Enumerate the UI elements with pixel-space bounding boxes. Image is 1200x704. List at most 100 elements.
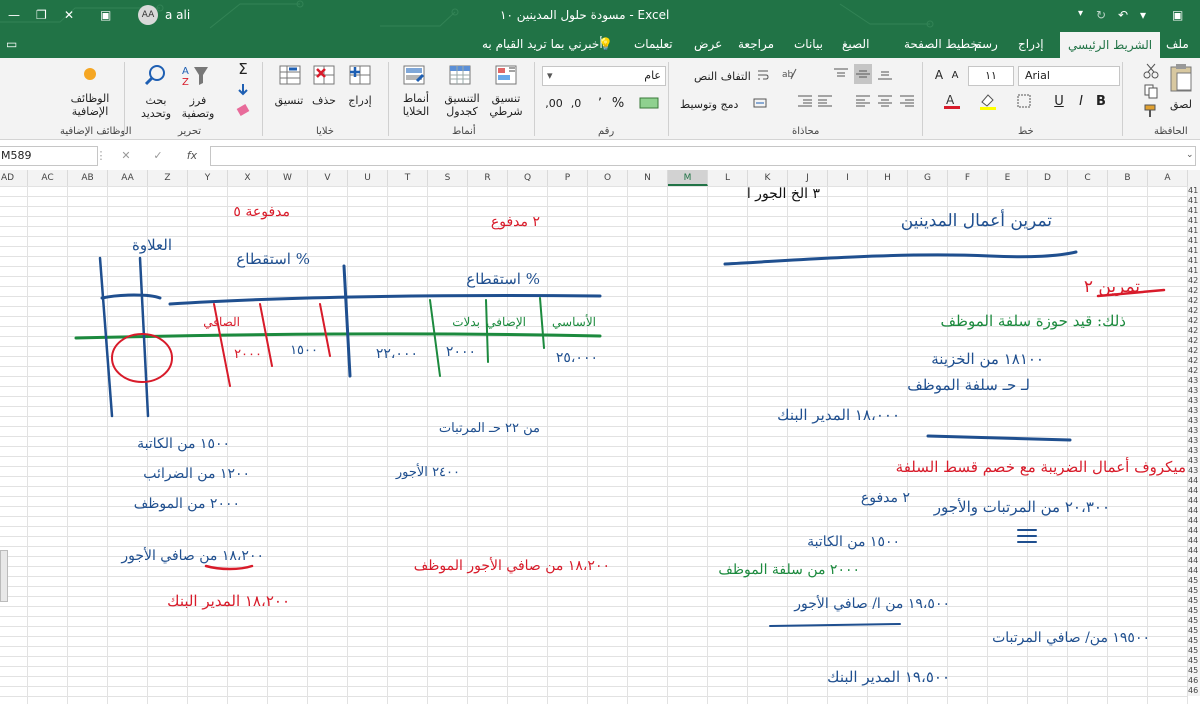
insert-cells-icon[interactable] [346, 62, 374, 88]
format-painter-icon[interactable] [1142, 102, 1160, 120]
row-header[interactable]: 44 [1188, 556, 1200, 566]
tab-draw[interactable]: رسم [974, 37, 998, 51]
font-size-select[interactable]: ١١ [968, 66, 1014, 86]
row-header[interactable]: 41 [1188, 206, 1200, 216]
cell-styles-icon[interactable] [400, 62, 428, 88]
cancel-icon[interactable]: ✕ [116, 146, 136, 164]
row-header[interactable]: 43 [1188, 406, 1200, 416]
row-header[interactable]: 45 [1188, 646, 1200, 656]
undo-icon[interactable]: ↶ [1118, 8, 1128, 22]
column-header[interactable]: F [948, 170, 988, 186]
row-header[interactable]: 43 [1188, 396, 1200, 406]
wrap-text-button[interactable]: التفاف النص [694, 70, 751, 83]
row-header[interactable]: 42 [1188, 346, 1200, 356]
search-icon[interactable] [142, 62, 168, 88]
column-header[interactable]: C [1068, 170, 1108, 186]
expand-formula-icon[interactable]: ⌄ [1186, 150, 1194, 160]
name-box[interactable]: M589 [0, 146, 98, 166]
row-header[interactable]: 45 [1188, 626, 1200, 636]
row-header[interactable]: 43 [1188, 386, 1200, 396]
bold-button[interactable]: B [1092, 92, 1110, 110]
tab-help[interactable]: تعليمات [634, 37, 673, 51]
delete-cells-icon[interactable] [310, 62, 338, 88]
column-header[interactable]: AD [0, 170, 28, 186]
cell-styles-button[interactable]: أنماط الخلايا [396, 92, 436, 118]
cut-icon[interactable] [1142, 62, 1160, 80]
conditional-formatting-button[interactable]: تنسيق شرطي [486, 92, 526, 118]
select-all-corner[interactable] [1188, 170, 1200, 186]
comma-style-icon[interactable]: ٬ [592, 94, 608, 112]
row-header[interactable]: 45 [1188, 616, 1200, 626]
column-header[interactable]: W [268, 170, 308, 186]
row-header[interactable]: 42 [1188, 356, 1200, 366]
comments-icon[interactable]: ▭ [6, 37, 17, 51]
row-header[interactable]: 46 [1188, 686, 1200, 696]
row-header[interactable]: 43 [1188, 446, 1200, 456]
row-header[interactable]: 42 [1188, 296, 1200, 306]
merge-center-button[interactable]: دمج وتوسيط [680, 98, 738, 111]
align-top-icon[interactable] [832, 64, 850, 84]
column-header[interactable]: E [988, 170, 1028, 186]
column-header[interactable]: D [1028, 170, 1068, 186]
close-window-button[interactable]: ✕ [64, 8, 74, 22]
row-header[interactable]: 43 [1188, 426, 1200, 436]
number-format-select[interactable]: عام ▾ [542, 66, 666, 86]
align-center-icon[interactable] [876, 92, 894, 110]
italic-button[interactable]: I [1072, 92, 1090, 110]
worksheet[interactable]: A B C D E F G H I J K L M N O P Q R S T U V W X Y Z AA AB AC AD 41 41 4… [0, 170, 1200, 704]
tab-home[interactable]: الشريط الرئيسي [1060, 32, 1161, 58]
insert-function-button[interactable]: fx [180, 146, 204, 164]
row-header[interactable]: 42 [1188, 316, 1200, 326]
align-bottom-icon[interactable] [876, 64, 894, 84]
column-header[interactable]: Q [508, 170, 548, 186]
row-header[interactable]: 41 [1188, 256, 1200, 266]
column-header[interactable]: O [588, 170, 628, 186]
paste-icon[interactable] [1166, 62, 1196, 94]
percent-style-button[interactable]: % [610, 94, 626, 112]
restore-button[interactable]: ❐ [36, 8, 47, 22]
row-header[interactable]: 42 [1188, 366, 1200, 376]
row-header[interactable]: 42 [1188, 276, 1200, 286]
format-cells-button[interactable]: تنسيق [266, 94, 312, 107]
row-header[interactable]: 41 [1188, 196, 1200, 206]
column-header[interactable]: J [788, 170, 828, 186]
row-header[interactable]: 43 [1188, 466, 1200, 476]
column-header[interactable]: M [668, 170, 708, 186]
row-header[interactable]: 45 [1188, 586, 1200, 596]
currency-icon[interactable] [636, 94, 662, 112]
font-color-icon[interactable]: A [940, 92, 966, 110]
enter-icon[interactable]: ✓ [148, 146, 168, 164]
row-header[interactable]: 44 [1188, 476, 1200, 486]
column-header[interactable]: H [868, 170, 908, 186]
sort-filter-icon[interactable]: AZ [180, 62, 210, 88]
row-header[interactable]: 45 [1188, 636, 1200, 646]
tab-review[interactable]: مراجعة [738, 37, 774, 51]
column-header[interactable]: B [1108, 170, 1148, 186]
row-header[interactable]: 44 [1188, 486, 1200, 496]
tab-formulas[interactable]: الصيغ [842, 37, 869, 51]
copy-icon[interactable] [1142, 82, 1160, 100]
column-header[interactable]: G [908, 170, 948, 186]
row-header[interactable]: 42 [1188, 306, 1200, 316]
row-header[interactable]: 45 [1188, 666, 1200, 676]
addins-button[interactable]: الوظائف الإضافية [60, 92, 120, 118]
orientation-icon[interactable]: ab [780, 64, 798, 82]
column-header[interactable]: X [228, 170, 268, 186]
conditional-formatting-icon[interactable] [492, 62, 520, 88]
paste-button[interactable]: لصق [1166, 98, 1196, 111]
row-header[interactable]: 42 [1188, 336, 1200, 346]
tab-insert[interactable]: إدراج [1018, 37, 1044, 51]
increase-decimal-icon[interactable]: ,0 [566, 94, 586, 112]
row-header[interactable]: 44 [1188, 506, 1200, 516]
autosum-icon[interactable]: Σ [234, 60, 252, 78]
clear-icon[interactable] [234, 102, 252, 118]
column-header[interactable]: P [548, 170, 588, 186]
column-header[interactable]: L [708, 170, 748, 186]
row-header[interactable]: 43 [1188, 456, 1200, 466]
customize-qat-icon[interactable]: ▾ [1078, 8, 1083, 19]
underline-button[interactable]: U [1050, 92, 1068, 110]
row-header[interactable]: 44 [1188, 536, 1200, 546]
save-icon[interactable]: ▣ [1172, 8, 1183, 22]
fill-icon[interactable] [234, 82, 252, 98]
row-header[interactable]: 41 [1188, 216, 1200, 226]
